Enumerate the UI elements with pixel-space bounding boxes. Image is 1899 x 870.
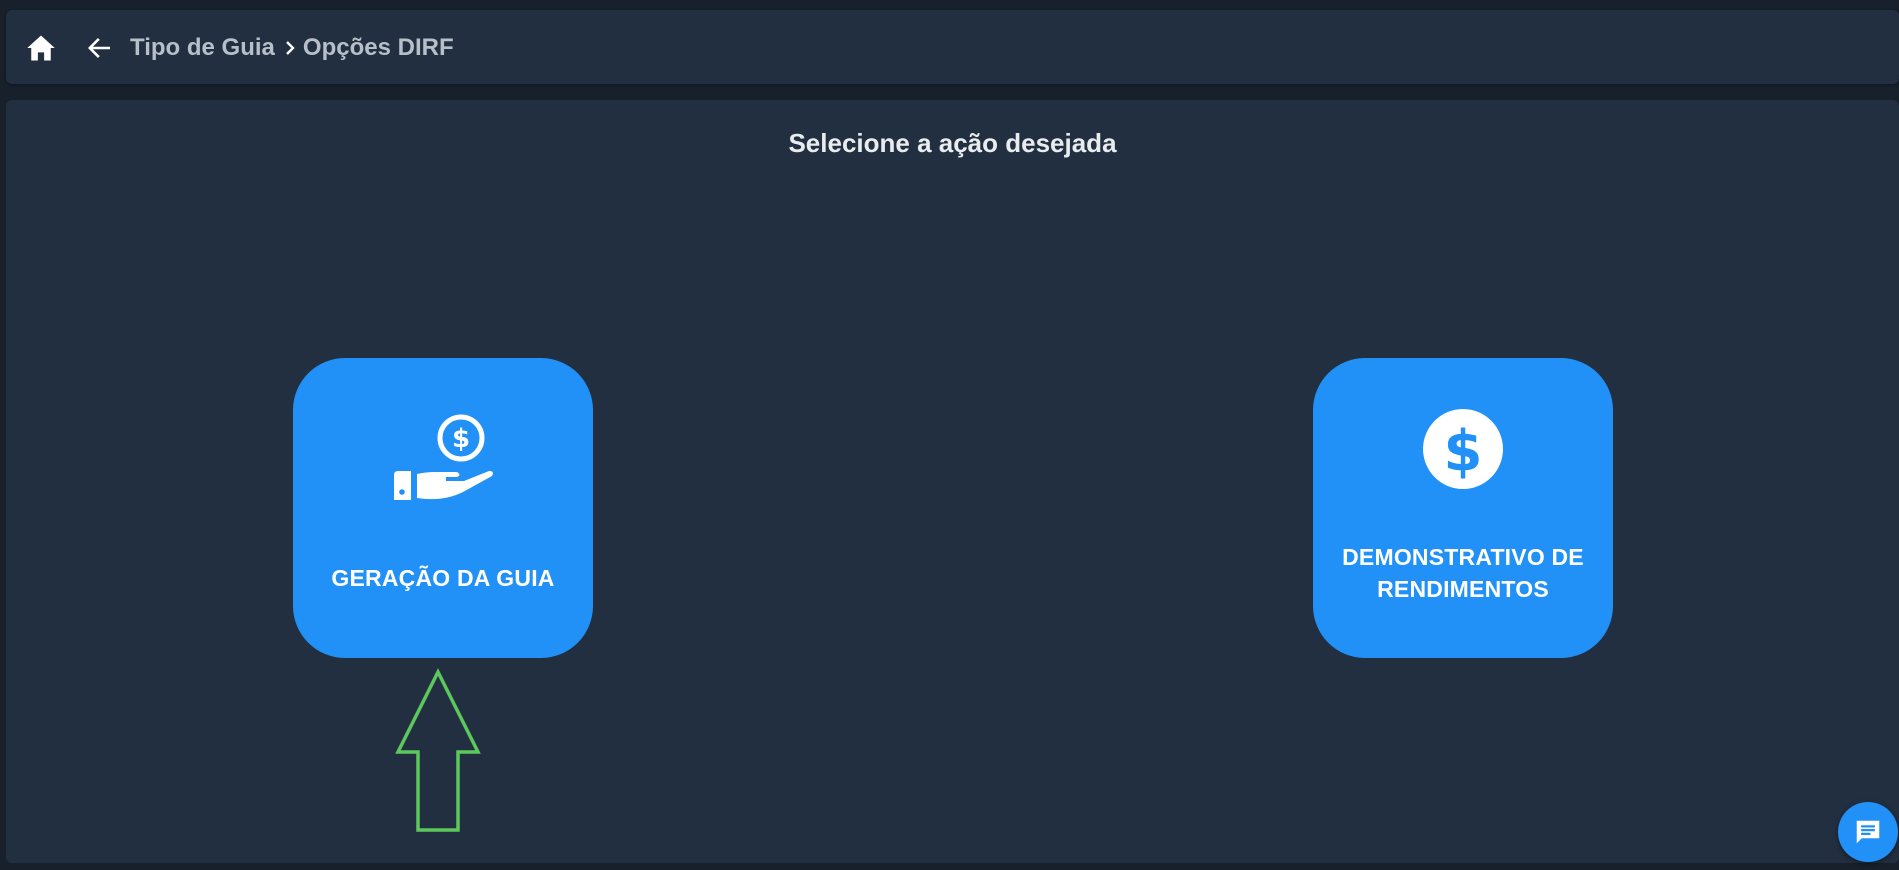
svg-text:$: $ <box>452 424 470 454</box>
breadcrumb: Tipo de Guia Opções DIRF <box>130 32 454 64</box>
chat-icon <box>1856 820 1880 844</box>
main-panel: Selecione a ação desejada $ GERAÇÃO DA G… <box>6 100 1899 863</box>
top-bar: Tipo de Guia Opções DIRF <box>6 10 1899 84</box>
demonstrativo-de-rendimentos-label: DEMONSTRATIVO DE RENDIMENTOS <box>1342 544 1584 602</box>
dollar-circle-icon: $ <box>1423 409 1503 489</box>
home-button[interactable] <box>20 30 62 66</box>
back-button[interactable] <box>80 30 118 66</box>
breadcrumb-current: Opções DIRF <box>302 34 454 61</box>
home-icon <box>27 35 55 61</box>
arrow-left-icon <box>87 38 111 58</box>
arrow-up-outline-icon <box>395 668 481 832</box>
chat-button[interactable] <box>1838 802 1898 862</box>
hand-coin-icon: $ <box>394 414 493 500</box>
svg-text:$: $ <box>1444 419 1483 484</box>
chevron-right-icon <box>283 39 297 57</box>
geracao-da-guia-button[interactable]: $ GERAÇÃO DA GUIA <box>293 358 593 658</box>
demonstrativo-de-rendimentos-button[interactable]: $ DEMONSTRATIVO DE RENDIMENTOS <box>1313 358 1613 658</box>
breadcrumb-tipo-de-guia[interactable]: Tipo de Guia <box>130 34 275 62</box>
page-title: Selecione a ação desejada <box>788 128 1117 158</box>
geracao-da-guia-label: GERAÇÃO DA GUIA <box>331 565 555 591</box>
